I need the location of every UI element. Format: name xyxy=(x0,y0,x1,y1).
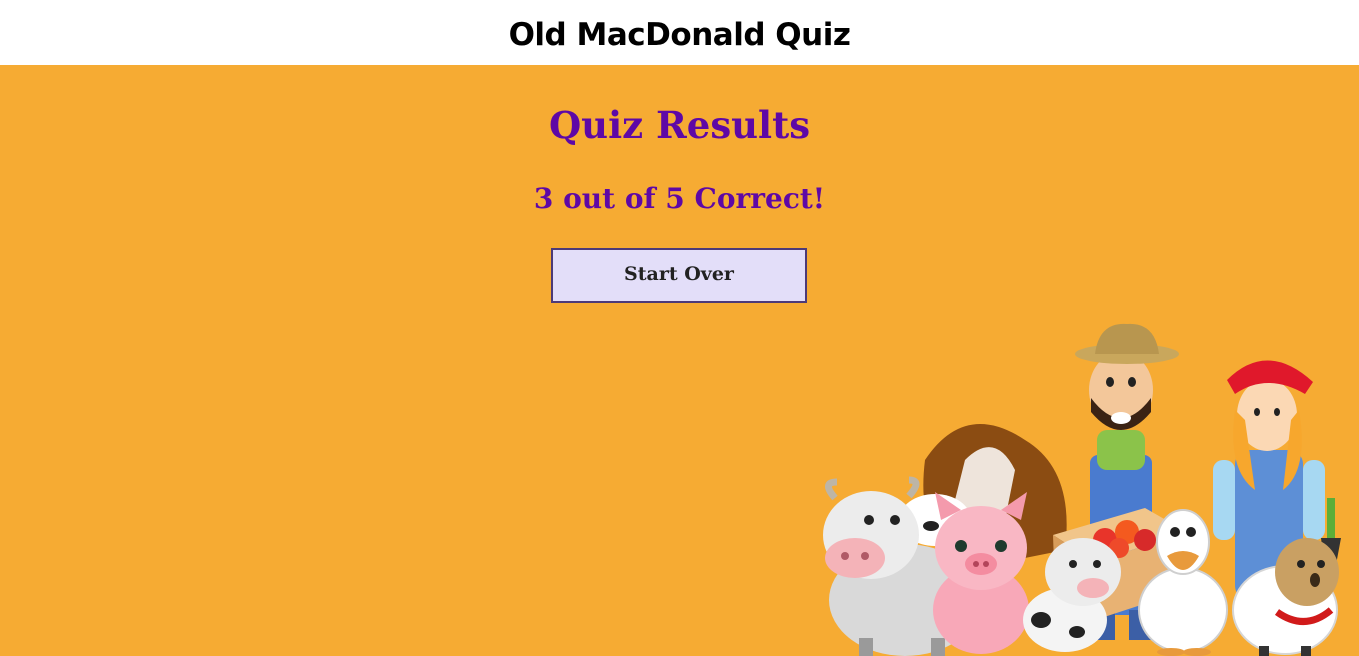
results-panel: Quiz Results 3 out of 5 Correct! Start O… xyxy=(0,65,1359,656)
results-heading: Quiz Results xyxy=(548,103,811,147)
pig xyxy=(933,492,1029,654)
farm-animals-illustration xyxy=(823,323,1341,656)
start-over-button[interactable]: Start Over xyxy=(551,248,807,303)
site-title: Old MacDonald Quiz xyxy=(508,16,851,53)
top-header: Old MacDonald Quiz xyxy=(0,0,1359,65)
score-text: 3 out of 5 Correct! xyxy=(533,182,826,215)
